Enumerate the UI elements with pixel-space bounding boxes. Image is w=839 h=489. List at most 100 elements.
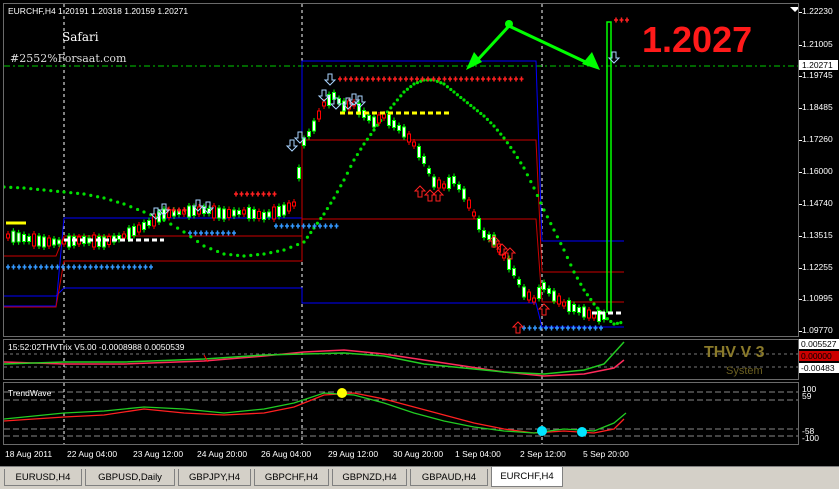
chart-tab-eurchf-h4[interactable]: EURCHF,H4 [491,467,563,487]
candle-body [382,113,386,119]
price-axis-tick [799,236,802,237]
ma-dot [335,190,339,194]
thv-indicator-pane[interactable]: 15:52:02THVTrix V5.00 -0.0008988 0.00505… [3,339,799,380]
chart-tab-gbpchf-h4[interactable]: GBPCHF,H4 [254,469,329,486]
ma-dot [532,186,536,190]
price-axis-label: 1.14740 [802,198,833,208]
ma-dot [439,81,443,85]
ma-dot [202,244,206,248]
ma-dot [352,158,356,162]
price-axis-label: 1.18485 [802,102,833,112]
trendwave-overbought-dot [337,388,347,398]
price-chart-pane[interactable]: EURCHF,H4 1.20191 1.20318 1.20159 1.2027… [3,3,799,337]
trendwave-axis-label: -100 [802,433,820,443]
candle-body [432,176,436,188]
candle-body [522,286,526,298]
price-axis[interactable]: 1.22230 1.21005 1.19745 1.18485 1.17260 1.160… [799,3,839,337]
candle-body [422,156,426,164]
ma-dot [129,205,133,209]
candle-body [232,209,236,217]
ma-dot [242,254,246,258]
thv-axis-label: 0.00000 [799,351,839,361]
price-axis-tick [799,172,802,173]
ma-dot [505,141,509,145]
ma-dot [502,136,506,140]
candle-body [477,218,481,230]
price-axis-tick [799,45,802,46]
ma-dot [529,180,533,184]
candle-body [132,226,136,236]
candle-body [22,234,26,242]
ma-dot [329,201,333,205]
buy-arrow [413,185,427,198]
ma-dot [499,132,503,136]
ma-dot [76,191,80,195]
trendwave-axis-label: 59 [802,391,812,401]
ma-dot [116,200,120,204]
ma-dot [325,206,329,211]
ma-dot [29,187,33,191]
candle-body [402,126,406,138]
ma-dot [615,321,620,325]
chart-tab-gbpaud-h4[interactable]: GBPAUD,H4 [410,469,488,486]
ma-dot [452,90,456,94]
time-axis-label: 29 Aug 12:00 [328,449,379,459]
candle-body [292,201,296,207]
buy-arrow [511,321,525,334]
ma-dot [415,81,419,85]
chart-tab-gbpnzd-h4[interactable]: GBPNZD,H4 [332,469,407,486]
ma-dot [89,193,93,197]
ma-dot [509,145,513,150]
price-axis-label: 1.22230 [802,6,833,16]
candle-body [277,206,281,217]
ma-dot [216,249,220,254]
candle-body [137,224,141,233]
ma-dot [369,132,373,137]
ma-dot [256,253,260,257]
ma-dot [102,196,106,200]
price-axis-label: 1.16000 [802,166,833,176]
thv-axis-label: -0.00483 [799,363,839,373]
ma-dot [196,239,200,244]
ma-dot [399,94,403,98]
trendwave-indicator-pane[interactable]: TrendWave [3,382,799,445]
ma-dot [315,221,319,225]
ma-dot [362,142,366,146]
sell-arrow [285,139,299,152]
ma-dot [465,101,469,105]
band-upper-red [4,139,624,273]
ma-dot [462,98,466,102]
candle-body [452,176,456,184]
candle-body [312,120,316,132]
candle-body [267,211,271,218]
ma-dot [229,253,233,257]
candle-body [542,282,546,290]
chart-tab-eurusd-h4[interactable]: EURUSD,H4 [4,469,82,486]
candle-body [487,234,491,240]
current-price-tag: 1.20271 [799,60,838,70]
chart-tab-gbpusd-daily[interactable]: GBPUSD,Daily [85,469,175,486]
candle-body [227,209,231,218]
ma-dot [569,263,573,267]
ma-dot [182,230,186,234]
thv-label: 15:52:02THVTrix V5.00 -0.0008988 0.00505… [8,342,185,352]
candle-body [6,233,10,239]
ma-dot [492,124,496,128]
ma-dot [592,302,596,306]
time-axis[interactable]: 18 Aug 2011 22 Aug 04:00 23 Aug 12:00 24 Au… [3,446,799,464]
price-axis-tick [799,76,802,77]
candle-body [527,291,531,301]
ma-dot [22,186,26,190]
ma-dot [345,171,349,175]
ma-dot [552,228,556,232]
big-price-display: 1.2027 [642,19,753,60]
candle-body [417,146,421,158]
ma-dot [365,137,369,141]
candle-body [27,236,31,242]
candle-body [567,300,571,312]
chart-tab-gbpjpy-h4[interactable]: GBPJPY,H4 [178,469,251,486]
candle-body [287,202,291,212]
candle-body [482,230,486,238]
trendwave-oversold-dot [537,426,547,436]
ma-dot [342,178,346,182]
